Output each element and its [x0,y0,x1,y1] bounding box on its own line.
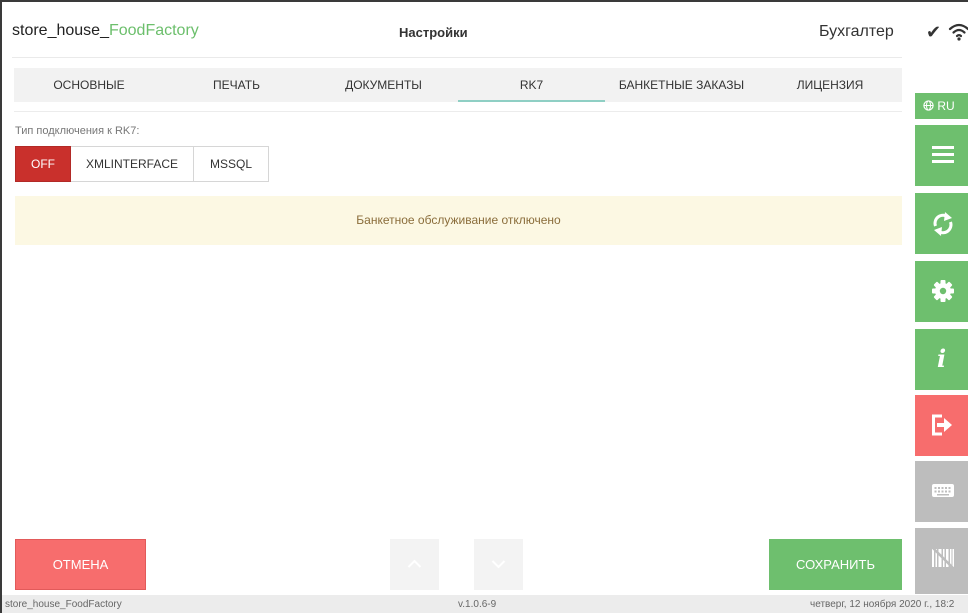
info-icon: i [937,344,947,373]
keyboard-button[interactable] [915,461,968,522]
app-title: store_house_FoodFactory [12,22,199,40]
barcode-icon [932,547,954,569]
tab-banquet-orders[interactable]: БАНКЕТНЫЕ ЗАКАЗЫ [605,68,758,102]
globe-icon [923,100,934,111]
connection-option-mssql[interactable]: MSSQL [194,146,269,182]
cancel-button[interactable]: ОТМЕНА [15,539,146,590]
sync-icon [933,212,953,236]
user-role[interactable]: Бухгалтер [819,23,894,41]
status-version: v.1.0.6-9 [458,599,497,610]
connection-option-off[interactable]: OFF [15,146,71,182]
tab-license[interactable]: ЛИЦЕНЗИЯ [758,68,902,102]
banquet-disabled-notice: Банкетное обслуживание отключено [15,196,902,245]
gear-icon [932,280,954,302]
connection-option-xmlinterface[interactable]: XMLINTERFACE [71,146,194,182]
header-divider [12,57,902,58]
chevron-down-icon [491,560,506,569]
keyboard-icon [932,484,954,497]
connection-type-selector: OFF XMLINTERFACE MSSQL [15,146,269,182]
settings-button[interactable] [915,261,968,322]
logout-icon [932,414,952,436]
app-title-suffix: FoodFactory [108,22,199,39]
app-title-prefix: store_house_ [12,22,109,39]
tab-documents[interactable]: ДОКУМЕНТЫ [309,68,458,102]
status-bar: store_house_FoodFactory v.1.0.6-9 четвер… [2,595,968,613]
wifi-icon [948,22,968,42]
language-button[interactable]: RU [915,93,968,119]
info-button[interactable]: i [915,329,968,390]
status-app-name: store_house_FoodFactory [5,599,122,610]
check-icon: ✔ [926,22,942,42]
app-header: store_house_FoodFactory Настройки Бухгал… [2,2,968,57]
page-title: Настройки [399,25,468,40]
tab-rk7[interactable]: RK7 [458,68,605,102]
scroll-up-button[interactable] [390,539,439,590]
logout-button[interactable] [915,395,968,456]
tab-print[interactable]: ПЕЧАТЬ [164,68,309,102]
barcode-button[interactable] [915,528,968,594]
tabs-divider [14,111,902,112]
tab-general[interactable]: ОСНОВНЫЕ [14,68,164,102]
status-datetime: четверг, 12 ноября 2020 г., 18:2 [810,599,955,610]
save-button[interactable]: СОХРАНИТЬ [769,539,902,590]
chevron-up-icon [407,559,422,568]
settings-tabs: ОСНОВНЫЕ ПЕЧАТЬ ДОКУМЕНТЫ RK7 БАНКЕТНЫЕ … [14,68,902,102]
sync-button[interactable] [915,193,968,254]
scroll-down-button[interactable] [474,539,523,590]
language-label: RU [937,99,955,113]
connection-type-label: Тип подключения к RK7: [15,125,140,137]
menu-icon [932,146,954,163]
menu-button[interactable] [915,125,968,186]
